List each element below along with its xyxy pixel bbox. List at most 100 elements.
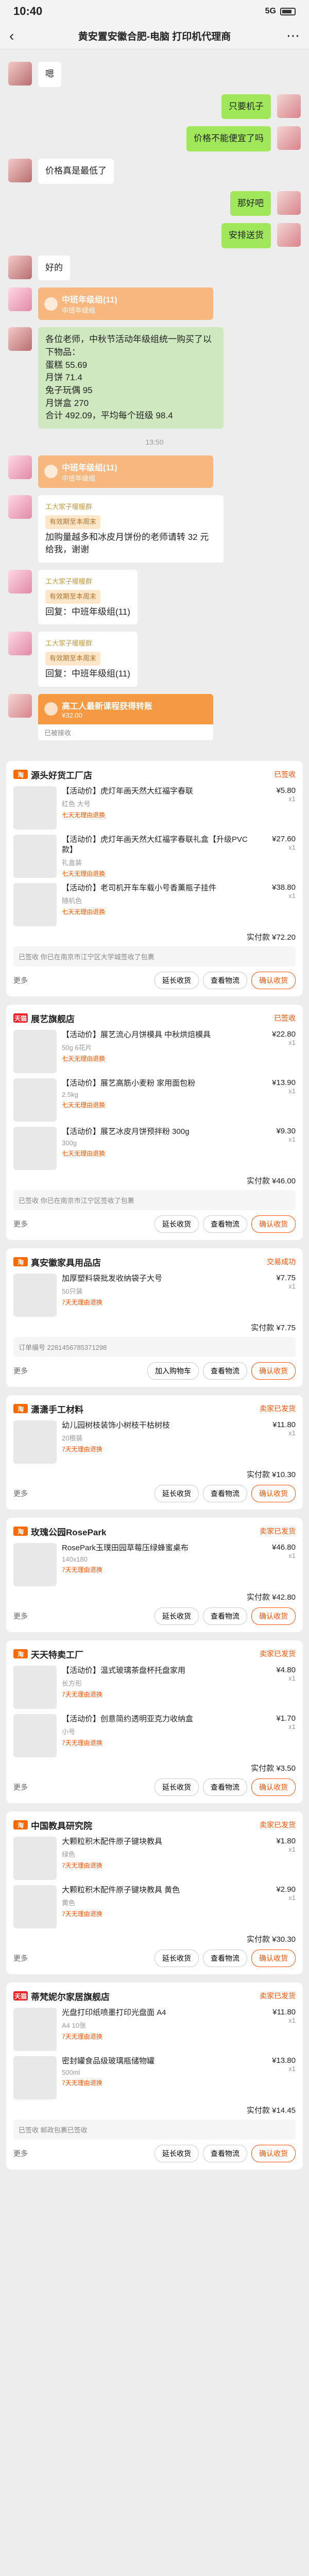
avatar[interactable] bbox=[8, 255, 32, 279]
shop-header[interactable]: 淘中国教具研究院 卖家已发货 bbox=[13, 1819, 296, 1832]
order-item[interactable]: 【活动价】展艺高筋小麦粉 家用面包粉 2.5kg 七天无理由退换 ¥13.90 x1 bbox=[13, 1078, 296, 1122]
avatar[interactable] bbox=[8, 287, 32, 312]
order-action-button[interactable]: 确认收货 bbox=[251, 1607, 296, 1625]
order-action-button[interactable]: 查看物流 bbox=[203, 1949, 247, 1967]
product-thumbnail[interactable] bbox=[13, 786, 57, 829]
order-action-button[interactable]: 延长收货 bbox=[154, 1607, 199, 1625]
chat-bubble[interactable]: 好的 bbox=[38, 255, 70, 281]
avatar[interactable] bbox=[277, 94, 301, 118]
order-action-button[interactable]: 延长收货 bbox=[154, 1484, 199, 1502]
order-action-button[interactable]: 确认收货 bbox=[251, 2144, 296, 2162]
more-link[interactable]: 更多 bbox=[13, 1953, 150, 1963]
product-thumbnail[interactable] bbox=[13, 1836, 57, 1880]
shop-name[interactable]: 淘潇潇手工材料 bbox=[13, 1402, 83, 1415]
more-link[interactable]: 更多 bbox=[13, 1782, 150, 1792]
shop-name[interactable]: 天猫 展艺旗舰店 bbox=[13, 1012, 75, 1025]
shop-header[interactable]: 淘源头好货工厂店 已签收 bbox=[13, 768, 296, 781]
transfer-card[interactable]: 高工人最新课程获得转账 ¥32.00 已被接收 bbox=[38, 693, 213, 740]
order-action-button[interactable]: 查看物流 bbox=[203, 1215, 247, 1233]
avatar[interactable] bbox=[8, 569, 32, 594]
order-action-button[interactable]: 查看物流 bbox=[203, 1362, 247, 1380]
chat-bubble[interactable]: 那好吧 bbox=[230, 191, 271, 216]
order-action-button[interactable]: 加入购物车 bbox=[147, 1362, 199, 1380]
group-card[interactable]: 中班年级组(11) 中班年级组 bbox=[38, 287, 213, 320]
order-action-button[interactable]: 延长收货 bbox=[154, 1949, 199, 1967]
product-thumbnail[interactable] bbox=[13, 1543, 57, 1586]
order-action-button[interactable]: 查看物流 bbox=[203, 971, 247, 989]
shop-header[interactable]: 淘天天特卖工厂 卖家已发货 bbox=[13, 1648, 296, 1660]
order-item[interactable]: 幼儿园树枝装饰小树枝干枯树枝 20根装 7天无理由退换 ¥11.80 x1 bbox=[13, 1420, 296, 1464]
shop-header[interactable]: 天猫 蒂梵妮尔家居旗舰店 卖家已发货 bbox=[13, 1990, 296, 2003]
order-item[interactable]: RosePark玉璞田园草莓压绿蜂蜜桌布 140x180 7天无理由退换 ¥46.80… bbox=[13, 1543, 296, 1586]
order-action-button[interactable]: 确认收货 bbox=[251, 1362, 296, 1380]
product-thumbnail[interactable] bbox=[13, 1714, 57, 1757]
product-thumbnail[interactable] bbox=[13, 1273, 57, 1317]
order-action-button[interactable]: 查看物流 bbox=[203, 1778, 247, 1796]
notice-bubble[interactable]: 工大家子暖暖群 有效期至本周末 加购量越多和冰皮月饼份的老师请转 32 元给我，谢谢 bbox=[38, 495, 224, 563]
order-action-button[interactable]: 确认收货 bbox=[251, 1949, 296, 1967]
avatar[interactable] bbox=[8, 158, 32, 182]
product-thumbnail[interactable] bbox=[13, 1078, 57, 1122]
more-link[interactable]: 更多 bbox=[13, 1366, 143, 1376]
more-link[interactable]: 更多 bbox=[13, 1488, 150, 1499]
more-icon[interactable]: ⋯ bbox=[284, 28, 300, 44]
order-item[interactable]: 密封罐食品级玻璃瓶储物罐 500ml 7天无理由退换 ¥13.80 x1 bbox=[13, 2056, 296, 2099]
product-thumbnail[interactable] bbox=[13, 834, 57, 878]
group-card[interactable]: 中班年级组(11) 中班年级组 bbox=[38, 455, 213, 488]
shop-name[interactable]: 淘源头好货工厂店 bbox=[13, 768, 92, 781]
order-action-button[interactable]: 延长收货 bbox=[154, 971, 199, 989]
order-item[interactable]: 【活动价】虎灯年画天然大红福字春联 红色 大号 七天无理由退换 ¥5.80 x1 bbox=[13, 786, 296, 829]
notice-bubble[interactable]: 工大家子暖暖群 有效期至本周末 回复：中班年级组(11) bbox=[38, 632, 138, 687]
order-item[interactable]: 【活动价】展艺冰皮月饼预拌粉 300g 300g 七天无理由退换 ¥9.30 x1 bbox=[13, 1126, 296, 1170]
order-action-button[interactable]: 查看物流 bbox=[203, 1484, 247, 1502]
back-arrow-icon[interactable]: ‹ bbox=[9, 28, 25, 44]
more-link[interactable]: 更多 bbox=[13, 1611, 150, 1621]
shop-header[interactable]: 淘真安徽家具用品店 交易成功 bbox=[13, 1256, 296, 1268]
shop-header[interactable]: 淘潇潇手工材料 卖家已发货 bbox=[13, 1402, 296, 1415]
shop-name[interactable]: 淘真安徽家具用品店 bbox=[13, 1256, 101, 1268]
broadcast-bubble[interactable]: 各位老师，中秋节活动年级组统一购买了以下物品： 蛋糕 55.69 月饼 71.4… bbox=[38, 327, 224, 429]
product-thumbnail[interactable] bbox=[13, 1885, 57, 1928]
order-action-button[interactable]: 确认收货 bbox=[251, 971, 296, 989]
chat-bubble[interactable]: 只要机子 bbox=[221, 94, 271, 120]
order-action-button[interactable]: 延长收货 bbox=[154, 1215, 199, 1233]
order-item[interactable]: 大颗粒积木配件原子键块教具 黄色 黄色 7天无理由退换 ¥2.90 x1 bbox=[13, 1885, 296, 1928]
notice-bubble[interactable]: 工大家子暖暖群 有效期至本周末 回复：中班年级组(11) bbox=[38, 569, 138, 625]
shop-name[interactable]: 淘中国教具研究院 bbox=[13, 1819, 92, 1832]
order-item[interactable]: 【活动价】虎灯年画天然大红福字春联礼盒【升级PVC款】 礼盒装 七天无理由退换 ¥27… bbox=[13, 834, 296, 878]
order-action-button[interactable]: 延长收货 bbox=[154, 1778, 199, 1796]
avatar[interactable] bbox=[8, 327, 32, 351]
avatar[interactable] bbox=[277, 191, 301, 215]
chat-bubble[interactable]: 价格不能便宜了吗 bbox=[186, 126, 271, 151]
order-item[interactable]: 光盘打印纸喷墨打印光盘面 A4 A4 10张 7天无理由退换 ¥11.80 x1 bbox=[13, 2007, 296, 2051]
order-item[interactable]: 【活动价】展艺流心月饼模具 中秋烘焙模具 50g 6花片 七天无理由退换 ¥22.80… bbox=[13, 1029, 296, 1073]
shop-name[interactable]: 淘玫瑰公园RosePark bbox=[13, 1525, 106, 1538]
shop-header[interactable]: 天猫 展艺旗舰店 已签收 bbox=[13, 1012, 296, 1025]
order-action-button[interactable]: 查看物流 bbox=[203, 1607, 247, 1625]
more-link[interactable]: 更多 bbox=[13, 975, 150, 986]
avatar[interactable] bbox=[8, 693, 32, 718]
product-thumbnail[interactable] bbox=[13, 1126, 57, 1170]
order-item[interactable]: 【活动价】老司机开车车载小号香薰瓶子挂件 随机色 七天无理由退换 ¥38.80 x1 bbox=[13, 883, 296, 926]
chat-bubble[interactable]: 嗯 bbox=[38, 62, 61, 87]
order-item[interactable]: 大颗粒积木配件原子键块教具 绿色 7天无理由退换 ¥1.80 x1 bbox=[13, 1836, 296, 1880]
shop-name[interactable]: 淘天天特卖工厂 bbox=[13, 1648, 83, 1660]
shop-name[interactable]: 天猫 蒂梵妮尔家居旗舰店 bbox=[13, 1990, 110, 2003]
product-thumbnail[interactable] bbox=[13, 2007, 57, 2051]
order-item[interactable]: 加厚塑料袋批发收纳袋子大号 50只装 7天无理由退换 ¥7.75 x1 bbox=[13, 1273, 296, 1317]
more-link[interactable]: 更多 bbox=[13, 1219, 150, 1229]
product-thumbnail[interactable] bbox=[13, 883, 57, 926]
avatar[interactable] bbox=[8, 495, 32, 519]
product-thumbnail[interactable] bbox=[13, 1029, 57, 1073]
order-action-button[interactable]: 延长收货 bbox=[154, 2144, 199, 2162]
product-thumbnail[interactable] bbox=[13, 1420, 57, 1464]
order-item[interactable]: 【活动价】创意简约透明亚克力收纳盒 小号 7天无理由退换 ¥1.70 x1 bbox=[13, 1714, 296, 1757]
more-link[interactable]: 更多 bbox=[13, 2148, 150, 2159]
order-action-button[interactable]: 确认收货 bbox=[251, 1215, 296, 1233]
chat-bubble[interactable]: 安排送货 bbox=[221, 223, 271, 248]
chat-bubble[interactable]: 价格真是最低了 bbox=[38, 158, 114, 184]
avatar[interactable] bbox=[277, 126, 301, 150]
avatar[interactable] bbox=[277, 223, 301, 247]
order-item[interactable]: 【活动价】温式玻璃茶盘杯托盘家用 长方形 7天无理由退换 ¥4.80 x1 bbox=[13, 1665, 296, 1709]
shop-header[interactable]: 淘玫瑰公园RosePark 卖家已发货 bbox=[13, 1525, 296, 1538]
